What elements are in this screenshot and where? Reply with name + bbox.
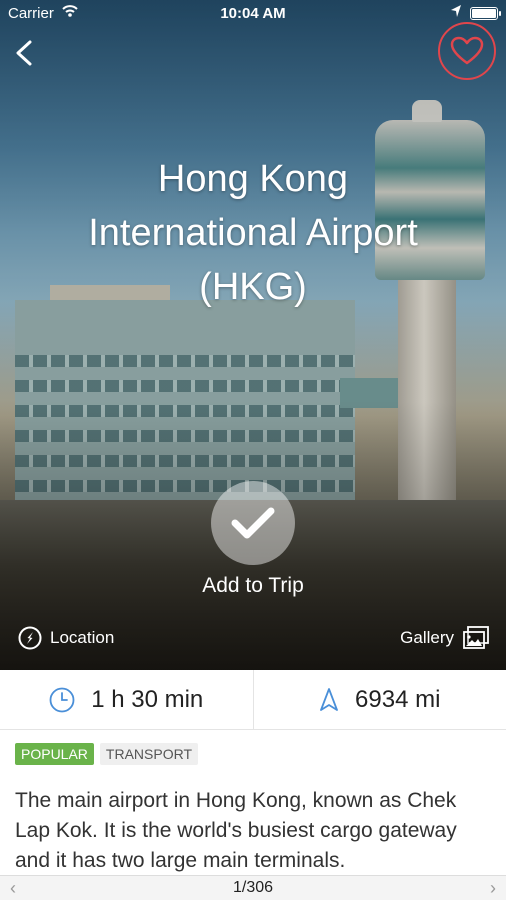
compass-icon (18, 626, 42, 650)
battery-icon (470, 7, 501, 20)
hero-image (0, 0, 506, 670)
page-title: Hong Kong International Airport (HKG) (0, 152, 506, 314)
gallery-label: Gallery (400, 628, 454, 647)
location-link[interactable]: Location (18, 626, 114, 650)
gallery-icon (463, 626, 489, 649)
pager-prev-button[interactable]: ‹ (10, 878, 16, 899)
title-line-3: (HKG) (199, 266, 307, 308)
back-button[interactable] (8, 34, 42, 72)
pager-bar: ‹ 1/306 › (0, 875, 506, 900)
title-line-2: International Airport (88, 212, 418, 254)
gallery-link[interactable]: Gallery (400, 626, 490, 650)
title-line-1: Hong Kong (157, 158, 349, 200)
description-text: The main airport in Hong Kong, known as … (15, 789, 457, 872)
clock: 10:04 AM (220, 5, 286, 22)
tag-transport: TRANSPORT (99, 743, 199, 765)
duration-stat: 1 h 30 min (0, 670, 253, 729)
add-to-trip-button[interactable] (211, 481, 295, 565)
heart-icon (450, 36, 484, 65)
distance-stat: 6934 mi (252, 670, 506, 729)
location-services-icon (451, 5, 461, 17)
pager-next-button[interactable]: › (490, 878, 496, 899)
duration-value: 1 h 30 min (91, 685, 204, 713)
favorite-button[interactable] (438, 22, 496, 80)
distance-value: 6934 mi (355, 685, 441, 713)
trip-stats: 1 h 30 min 6934 mi (0, 670, 506, 730)
checkmark-icon (231, 507, 275, 539)
add-to-trip-label[interactable]: Add to Trip (0, 574, 506, 598)
clock-icon (49, 687, 75, 712)
navigation-arrow-icon (320, 687, 338, 711)
tag-popular: POPULAR (15, 743, 94, 765)
category-tags: POPULAR TRANSPORT (15, 743, 199, 765)
chevron-left-icon (16, 40, 32, 66)
status-bar: Carrier 10:04 AM (0, 0, 506, 28)
pager-label: 1/306 (232, 879, 274, 896)
location-label: Location (50, 628, 115, 647)
